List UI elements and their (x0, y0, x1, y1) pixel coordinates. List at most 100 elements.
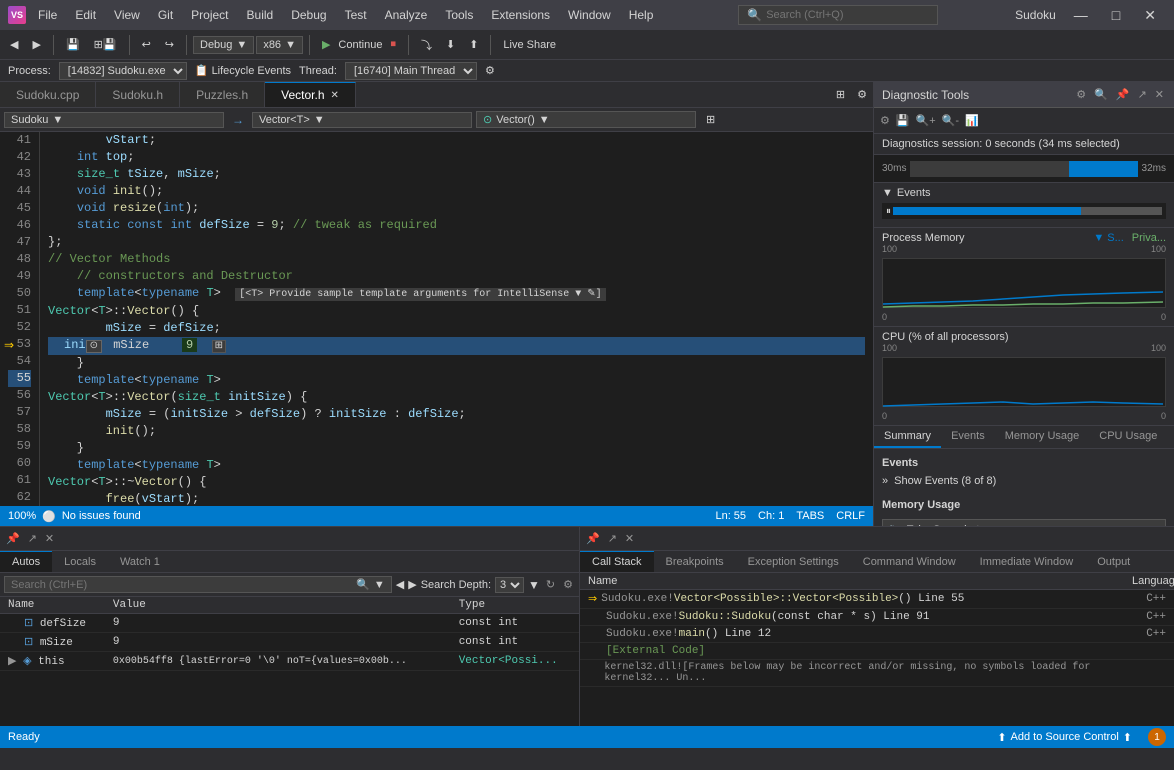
bottom-tab-locals[interactable]: Locals (52, 551, 108, 572)
stop-button[interactable]: ⏹ (384, 36, 402, 53)
close-panel-icon[interactable]: ✕ (1153, 88, 1166, 101)
diag-tab-memory-usage[interactable]: Memory Usage (995, 426, 1090, 448)
callstack-float-icon[interactable]: ↗ (606, 532, 619, 545)
maximize-button[interactable]: □ (1102, 7, 1130, 24)
step-into-button[interactable]: ⬇ (440, 36, 461, 53)
bottom-tab-autos[interactable]: Autos (0, 551, 52, 572)
pause-events-button[interactable]: ⏸ (886, 206, 891, 217)
depth-select[interactable]: 3 (495, 577, 524, 593)
menu-extensions[interactable]: Extensions (483, 6, 558, 24)
menu-help[interactable]: Help (621, 6, 662, 24)
filter-icon[interactable]: 🔍 (1092, 88, 1110, 101)
global-search[interactable]: 🔍 (738, 5, 938, 25)
bottom-tab-command[interactable]: Command Window (851, 551, 968, 572)
menu-test[interactable]: Test (337, 6, 375, 24)
bottom-tab-exception[interactable]: Exception Settings (736, 551, 851, 572)
lifecycle-dropdown[interactable]: 📋 Lifecycle Events (195, 64, 291, 77)
bottom-tab-immediate[interactable]: Immediate Window (968, 551, 1086, 572)
snapshot-button[interactable]: 📷 Take Snapshot (882, 519, 1166, 526)
bottom-tab-output[interactable]: Output (1085, 551, 1142, 572)
tab-sudoku-h[interactable]: Sudoku.h (96, 82, 180, 107)
menu-file[interactable]: File (30, 6, 65, 24)
row-type-defSize: const int (451, 614, 579, 633)
source-control-button[interactable]: ⬆ Add to Source Control ⬆ (989, 726, 1140, 748)
autos-float-icon[interactable]: ↗ (26, 532, 39, 545)
step-out-button[interactable]: ⬆ (463, 36, 484, 53)
depth-label: Search Depth: (421, 579, 491, 591)
back-button[interactable]: ◀ (4, 36, 24, 53)
callstack-pin-icon[interactable]: 📌 (584, 532, 602, 545)
autos-pin-icon[interactable]: 📌 (4, 532, 22, 545)
menu-project[interactable]: Project (183, 6, 236, 24)
expand-this-icon[interactable]: ▶ (8, 656, 16, 668)
bottom-tab-watch1[interactable]: Watch 1 (108, 551, 172, 572)
diag-tab-summary[interactable]: Summary (874, 426, 941, 448)
tab-sudoku-cpp[interactable]: Sudoku.cpp (0, 82, 96, 107)
step-over-button[interactable]: ⤵ (415, 35, 438, 55)
timeline-track[interactable] (910, 161, 1137, 177)
save-all-button[interactable]: ⊞💾 (88, 36, 123, 53)
platform-dropdown[interactable]: x86 ▼ (256, 36, 303, 54)
filter-icon[interactable]: ⚙ (485, 64, 495, 77)
bottom-tab-callstack[interactable]: Call Stack (580, 551, 654, 572)
autos-refresh-icon[interactable]: ↻ (544, 578, 557, 591)
tab-close-icon[interactable]: ✕ (331, 90, 339, 101)
debug-config-dropdown[interactable]: Debug ▼ (193, 36, 254, 54)
continue-button[interactable]: ▶ (316, 36, 336, 53)
menu-analyze[interactable]: Analyze (377, 6, 436, 24)
diag-tab-cpu-usage[interactable]: CPU Usage (1089, 426, 1167, 448)
float-icon[interactable]: ↗ (1136, 88, 1149, 101)
close-button[interactable]: ✕ (1134, 7, 1166, 24)
diag-save-icon[interactable]: 💾 (894, 114, 912, 127)
diag-chart-icon[interactable]: 📊 (963, 114, 981, 127)
menu-tools[interactable]: Tools (437, 6, 481, 24)
add-scope-button[interactable]: ⊞ (700, 111, 721, 128)
scope-dropdown-1[interactable]: Sudoku ▼ (4, 112, 224, 128)
source-control-label: Add to Source Control (1011, 731, 1119, 743)
forward-search-button[interactable]: ▶ (408, 578, 416, 591)
tab-vector-h[interactable]: Vector.h ✕ (265, 82, 356, 107)
events-timeline-bar (893, 207, 1162, 215)
pin-icon[interactable]: 📌 (1114, 88, 1132, 101)
process-select[interactable]: [14832] Sudoku.exe (59, 62, 187, 80)
save-button[interactable]: 💾 (60, 36, 86, 53)
menu-view[interactable]: View (106, 6, 148, 24)
menu-edit[interactable]: Edit (67, 6, 104, 24)
menu-git[interactable]: Git (150, 6, 181, 24)
scope-dropdown-2[interactable]: Vector<T> ▼ (252, 112, 472, 128)
diag-settings-icon[interactable]: ⚙ (878, 114, 892, 127)
autos-search[interactable]: 🔍 ▼ (4, 576, 392, 593)
diag-zoom-in-icon[interactable]: 🔍+ (914, 114, 938, 127)
code-content[interactable]: vStart; int top; size_t tSize, mSize; vo… (40, 132, 873, 506)
undo-button[interactable]: ↩ (136, 36, 157, 53)
thread-select[interactable]: [16740] Main Thread (345, 62, 477, 80)
autos-settings-icon[interactable]: ⚙ (561, 578, 575, 591)
menu-window[interactable]: Window (560, 6, 619, 24)
new-tab-button[interactable]: ⊞ (830, 82, 851, 107)
autos-search-dropdown[interactable]: ▼ (374, 579, 385, 591)
minimize-button[interactable]: — (1064, 7, 1098, 24)
menu-debug[interactable]: Debug (283, 6, 334, 24)
tab-settings-button[interactable]: ⚙ (851, 82, 873, 107)
forward-button[interactable]: ▶ (26, 36, 46, 53)
autos-search-input[interactable] (11, 579, 352, 591)
diag-zoom-out-icon[interactable]: 🔍- (940, 114, 961, 127)
back-search-button[interactable]: ◀ (396, 578, 404, 591)
scope-dropdown-3[interactable]: ⊙ Vector() ▼ (476, 111, 696, 128)
bottom-tab-breakpoints[interactable]: Breakpoints (654, 551, 736, 572)
depth-dropdown-icon[interactable]: ▼ (528, 578, 540, 592)
show-events-row[interactable]: » Show Events (8 of 8) (882, 473, 1166, 489)
tab-puzzles-h[interactable]: Puzzles.h (180, 82, 265, 107)
events-collapse[interactable]: ▼ Events (882, 187, 1166, 199)
diag-tab-events[interactable]: Events (941, 426, 995, 448)
menu-build[interactable]: Build (239, 6, 282, 24)
notification-badge[interactable]: 1 (1148, 728, 1166, 746)
titlebar: VS File Edit View Git Project Build Debu… (0, 0, 1174, 30)
settings-icon[interactable]: ⚙ (1074, 88, 1088, 101)
autos-close-icon[interactable]: ✕ (43, 532, 56, 545)
redo-button[interactable]: ↪ (159, 36, 180, 53)
search-input[interactable] (766, 9, 916, 21)
code-line-59: Vector<T>::Vector(size_t initSize) { (48, 389, 865, 406)
callstack-close-icon[interactable]: ✕ (623, 532, 636, 545)
live-share-button[interactable]: Live Share (497, 37, 562, 53)
